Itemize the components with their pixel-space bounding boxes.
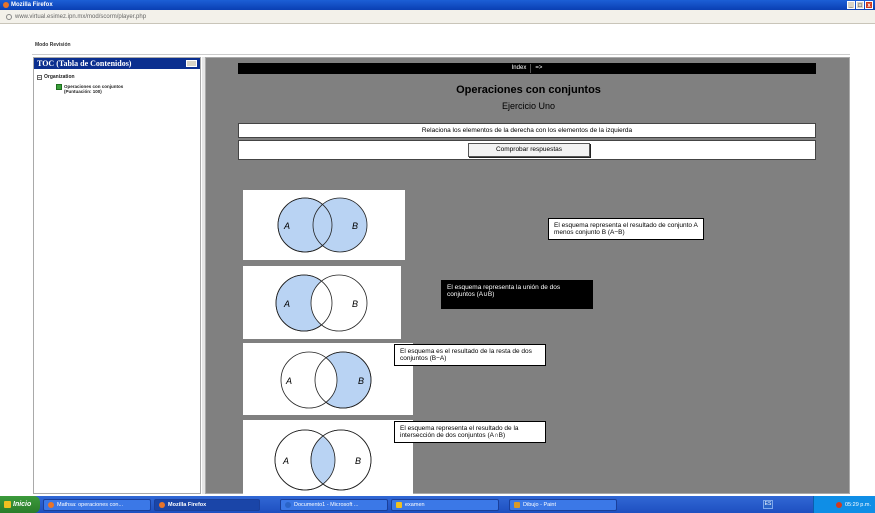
page-subtitle: Ejercicio Uno (501, 101, 556, 111)
task-examen[interactable]: examen (391, 498, 499, 511)
page-title: Operaciones con conjuntos (456, 84, 601, 96)
close-button[interactable]: x (865, 1, 873, 9)
next-link[interactable]: => (531, 64, 546, 73)
venn-b-minus-a[interactable]: A B (243, 343, 413, 415)
task-label: Mozilla Firefox (168, 501, 207, 508)
firefox-icon (159, 501, 165, 508)
set-b-label: B (352, 299, 358, 309)
venn-union-diagram: A B (277, 197, 368, 253)
toc-collapse-button[interactable] (186, 60, 197, 67)
task-mathsa[interactable]: Mathsa: operaciones con... (43, 498, 151, 511)
venn-b-minus-a-diagram: A B (280, 351, 372, 409)
index-link[interactable]: Index (508, 64, 532, 73)
venn-a-minus-b[interactable]: A B (243, 266, 401, 339)
window-title: Mozilla Firefox (11, 2, 53, 8)
toc-organization[interactable]: − Organization (37, 74, 200, 80)
toc-organization-label: Organization (44, 74, 75, 80)
language-indicator[interactable]: ES (763, 500, 773, 509)
folder-icon (396, 501, 402, 508)
description-b-minus-a[interactable]: El esquema es el resultado de la resta d… (394, 344, 546, 366)
tray-icon[interactable] (836, 501, 842, 508)
firefox-icon (3, 2, 9, 8)
clock: 05:29 p.m. (845, 501, 871, 508)
windows-logo-icon (4, 501, 11, 508)
set-b-label: B (355, 456, 361, 466)
paint-icon (514, 501, 520, 508)
task-label: Mathsa: operaciones con... (57, 501, 124, 508)
description-intersection[interactable]: El esquema representa el resultado de la… (394, 421, 546, 443)
sco-icon (56, 84, 62, 90)
description-a-minus-b[interactable]: El esquema representa el resultado de co… (548, 218, 704, 240)
url-text[interactable]: www.virtual.esimez.ipn.mx/mod/scorm/play… (15, 14, 146, 20)
maximize-button[interactable]: □ (856, 1, 864, 9)
mode-label: Modo Revisión (35, 42, 71, 48)
taskbar: Inicio Mathsa: operaciones con... Mozill… (0, 496, 875, 513)
collapse-minus-icon[interactable]: − (37, 74, 42, 80)
check-row: Comprobar respuestas (238, 140, 816, 160)
set-a-label: A (282, 456, 289, 466)
venn-a-minus-b-diagram: A B (275, 274, 368, 332)
scorm-content: Index => Operaciones con conjuntos Ejerc… (205, 57, 850, 497)
system-tray: 05:29 p.m. (813, 496, 875, 513)
toc-title: TOC (Tabla de Contenidos) (37, 59, 132, 68)
start-label: Inicio (13, 501, 32, 508)
task-label: examen (405, 501, 425, 508)
check-answers-button[interactable]: Comprobar respuestas (468, 143, 590, 157)
address-bar[interactable]: www.virtual.esimez.ipn.mx/mod/scorm/play… (0, 10, 875, 24)
task-firefox[interactable]: Mozilla Firefox (154, 498, 260, 511)
set-a-label: A (285, 376, 292, 386)
description-union[interactable]: El esquema representa la unión de dos co… (441, 280, 593, 309)
globe-icon (6, 13, 12, 20)
toc-panel: TOC (Tabla de Contenidos) − Organization… (33, 57, 201, 494)
window-controls: _ □ x (847, 1, 873, 9)
firefox-icon (48, 501, 54, 508)
venn-intersection[interactable]: A B (243, 420, 413, 497)
toc-item-label[interactable]: Operaciones con conjuntos (Puntuación: 1… (64, 84, 142, 94)
set-b-label: B (358, 376, 364, 386)
page-area: Modo Revisión TOC (Tabla de Contenidos) … (0, 24, 875, 497)
set-a-label: A (283, 221, 290, 231)
word-icon (285, 501, 291, 508)
minimize-button[interactable]: _ (847, 1, 855, 9)
window-titlebar: Mozilla Firefox _ □ x (0, 0, 875, 10)
venn-intersection-diagram: A B (274, 429, 372, 491)
set-b-label: B (352, 221, 358, 231)
venn-union[interactable]: A B (243, 190, 405, 260)
start-button[interactable]: Inicio (0, 496, 40, 513)
task-label: Dibujo - Paint (523, 501, 557, 508)
divider (32, 54, 850, 55)
task-word[interactable]: Documento1 - Microsoft ... (280, 498, 388, 511)
toc-item-operaciones[interactable]: Operaciones con conjuntos (Puntuación: 1… (56, 84, 200, 94)
task-label: Documento1 - Microsoft ... (294, 501, 359, 508)
toc-header: TOC (Tabla de Contenidos) (34, 58, 200, 69)
set-a-label: A (283, 299, 290, 309)
scorm-nav: Index => (238, 63, 816, 74)
instruction-text: Relaciona los elementos de la derecha co… (238, 123, 816, 138)
task-paint[interactable]: Dibujo - Paint (509, 498, 617, 511)
